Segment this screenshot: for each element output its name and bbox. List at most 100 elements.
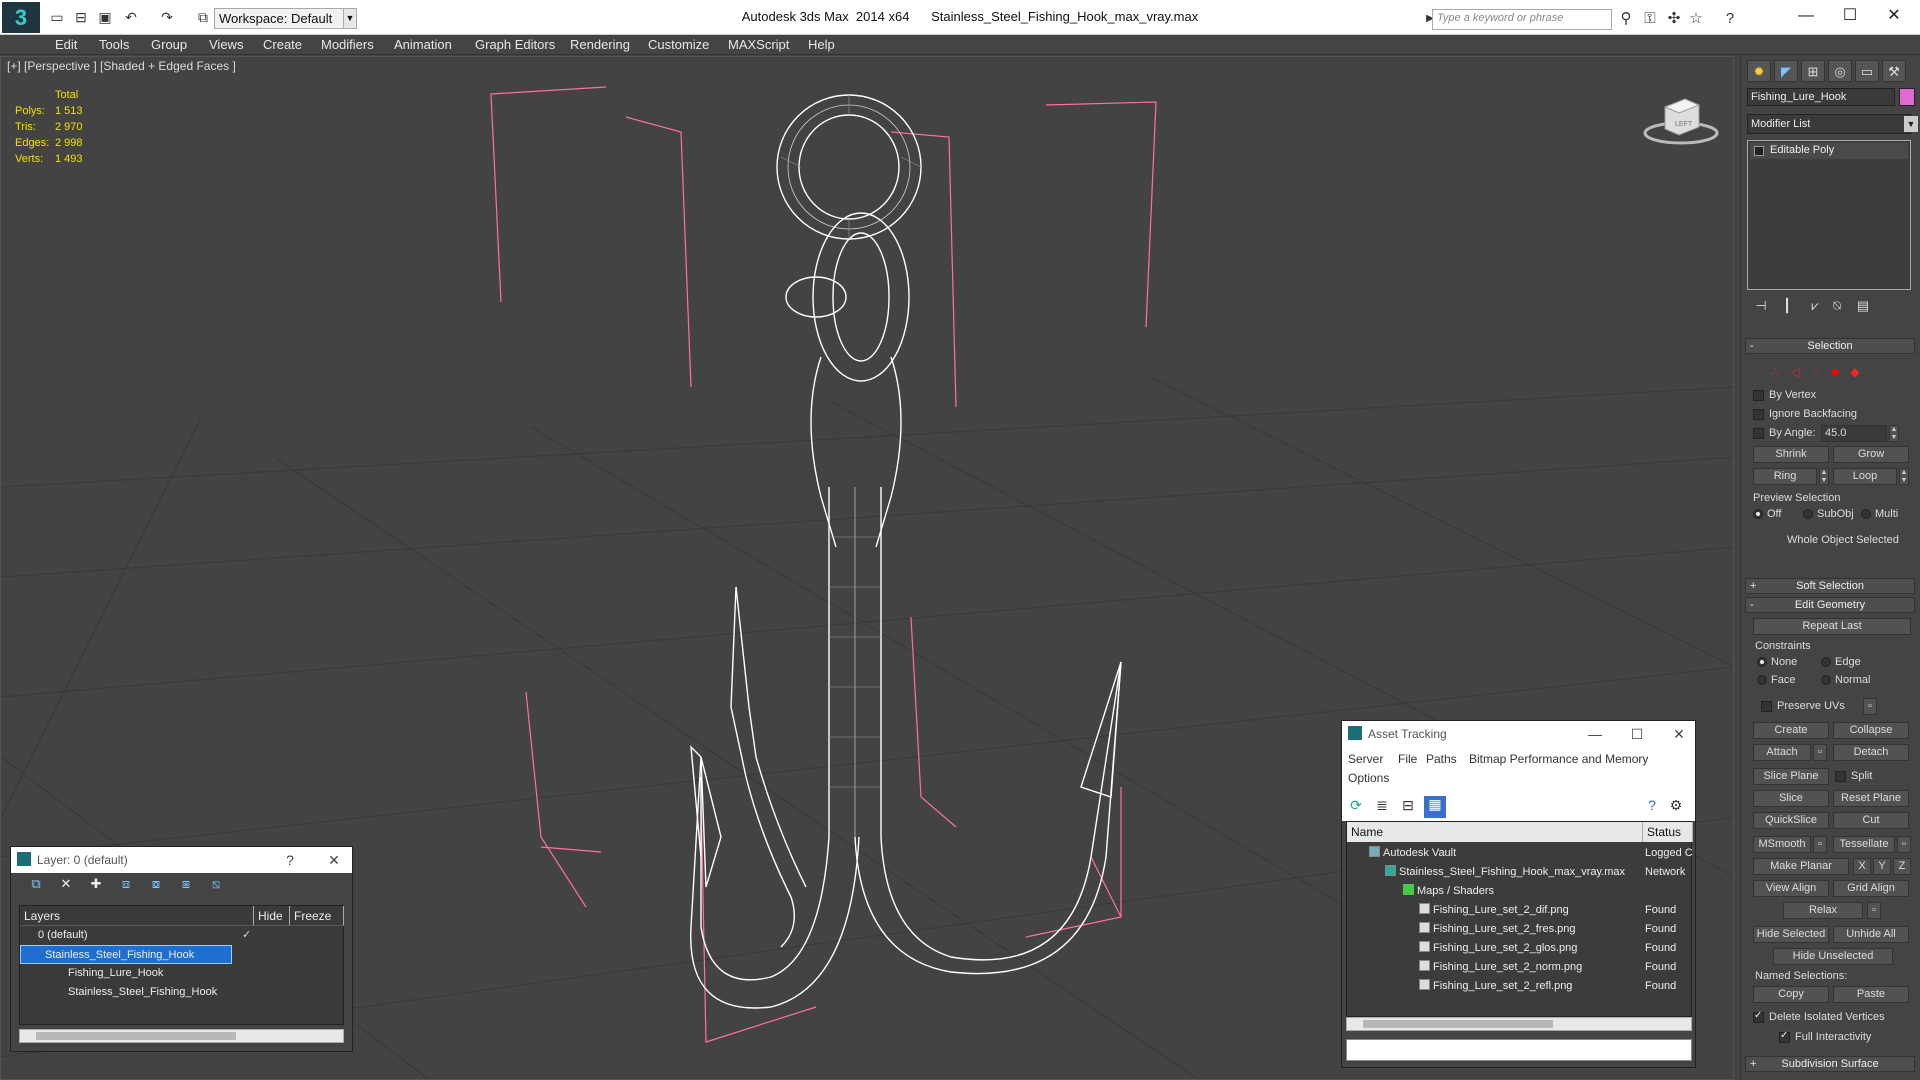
viewcube[interactable]: LEFT [1641,89,1721,149]
search-input[interactable]: Type a keyword or phrase [1432,9,1612,30]
viewport-label[interactable]: [+] [Perspective ] [Shaded + Edged Faces… [7,59,236,73]
stack-expand-icon[interactable] [1754,146,1764,156]
asset-row[interactable]: Fishing_Lure_set_2_norm.png Found [1347,958,1691,977]
slice-button[interactable]: Slice [1753,790,1829,807]
preview-multi-radio[interactable] [1861,509,1871,519]
hide-all-layers-icon[interactable]: ⧆ [175,873,197,895]
ignore-backfacing-checkbox[interactable] [1753,409,1764,420]
column-header-freeze[interactable]: Freeze [290,906,344,926]
delete-layer-icon[interactable]: ✕ [55,873,77,895]
maximize-icon[interactable]: ☐ [1830,4,1870,28]
tessellate-button[interactable]: Tessellate [1833,836,1895,853]
minimize-icon[interactable]: — [1582,724,1608,744]
subdivision-surface-rollout-header[interactable]: + Subdivision Surface [1745,1056,1915,1072]
asset-row[interactable]: Fishing_Lure_set_2_glos.png Found [1347,939,1691,958]
stack-item-editable-poly[interactable]: Editable Poly [1750,143,1908,159]
copy-button[interactable]: Copy [1753,986,1829,1003]
make-planar-button[interactable]: Make Planar [1753,858,1849,875]
minimize-icon[interactable]: — [1786,4,1826,28]
motion-tab-icon[interactable]: ◎ [1828,60,1852,82]
highlight-selected-layer-icon[interactable]: ⧇ [145,873,167,895]
project-folder-icon[interactable]: ⧉ [194,8,212,26]
object-color-swatch[interactable] [1899,88,1915,106]
planar-x-button[interactable]: X [1853,858,1871,875]
asset-row[interactable]: Autodesk Vault Logged C [1347,844,1693,863]
grid-align-button[interactable]: Grid Align [1833,880,1909,897]
column-header-name[interactable]: Name [1347,822,1643,842]
full-interactivity-checkbox[interactable] [1779,1030,1790,1043]
active-layer-check-icon[interactable]: ✓ [242,926,251,945]
repeat-last-button[interactable]: Repeat Last [1753,618,1911,635]
open-file-icon[interactable]: ⊟ [72,8,90,26]
menu-create[interactable]: Create [263,35,302,55]
paste-button[interactable]: Paste [1833,986,1909,1003]
asset-path-field[interactable] [1346,1039,1692,1061]
workspace-dropdown[interactable]: Workspace: Default [214,8,344,29]
layer-list[interactable]: Layers Hide Freeze 0 (default) ✓ Stainles… [19,905,344,1025]
communication-icon[interactable]: ✣ [1664,9,1684,29]
asset-horizontal-scrollbar[interactable] [1346,1017,1692,1031]
binoculars-icon[interactable]: ⚲ [1616,9,1636,29]
settings-icon[interactable]: ⚙ [1666,797,1686,817]
menu-customize[interactable]: Customize [648,35,709,55]
column-header-hide[interactable]: Hide [254,906,290,926]
angle-spinner-icon[interactable]: ▲ ▼ [1889,425,1899,442]
element-level-icon[interactable]: ◆ [1847,364,1863,380]
constraint-none-radio[interactable] [1757,657,1767,667]
scroll-thumb[interactable] [1363,1020,1553,1028]
create-tab-icon[interactable]: ✹ [1747,60,1771,82]
save-icon[interactable]: ▣ [96,8,114,26]
layer-row[interactable]: Fishing_Lure_Hook [20,964,343,983]
constraint-edge-radio[interactable] [1821,657,1831,667]
table-view-icon[interactable]: ▦ [1424,796,1446,818]
select-objects-in-layer-icon[interactable]: ⧈ [115,873,137,895]
make-unique-icon[interactable]: ⩗ [1805,296,1825,316]
planar-z-button[interactable]: Z [1893,858,1911,875]
asset-row[interactable]: Fishing_Lure_set_2_fres.png Found [1347,920,1691,939]
freeze-all-layers-icon[interactable]: ⧅ [205,873,227,895]
redo-icon[interactable]: ↷ [158,8,176,26]
show-end-result-icon[interactable]: ┃ [1777,296,1797,316]
menu-rendering[interactable]: Rendering [570,35,630,55]
menu-maxscript[interactable]: MAXScript [728,35,789,55]
loop-button[interactable]: Loop [1833,468,1897,485]
attach-button[interactable]: Attach [1753,744,1811,761]
tessellate-settings-icon[interactable]: ▫ [1897,836,1911,853]
layer-help-button[interactable]: ? [277,850,303,870]
border-level-icon[interactable]: ◌ [1807,364,1823,380]
create-button[interactable]: Create [1753,722,1829,739]
menu-graph-editors[interactable]: Graph Editors [475,35,555,55]
modify-tab-icon[interactable]: ◤ [1774,60,1798,82]
edge-level-icon[interactable]: ◁ [1787,364,1803,380]
attach-settings-icon[interactable]: ▫ [1813,744,1827,761]
hide-unselected-button[interactable]: Hide Unselected [1773,948,1893,965]
edit-geometry-rollout-header[interactable]: - Edit Geometry [1745,597,1915,613]
layer-row[interactable]: 0 (default) ✓ [20,926,343,945]
constraint-normal-radio[interactable] [1821,675,1831,685]
constraint-face-radio[interactable] [1757,675,1767,685]
list-view-icon[interactable]: ≣ [1372,797,1392,817]
layer-window[interactable]: Layer: 0 (default) ? ✕ ⧉ ✕ ✚ ⧈ ⧇ ⧆ ⧅ Lay… [10,846,353,1052]
asset-menu-server[interactable]: Server [1348,752,1383,766]
by-vertex-checkbox[interactable] [1753,390,1764,401]
preserve-uvs-checkbox[interactable] [1761,701,1772,712]
object-name-field[interactable]: Fishing_Lure_Hook [1747,88,1895,106]
preserve-uvs-settings-icon[interactable]: ▫ [1863,698,1877,715]
polygon-level-icon[interactable]: ■ [1827,364,1843,380]
reset-plane-button[interactable]: Reset Plane [1833,790,1909,807]
add-to-layer-icon[interactable]: ✚ [85,873,107,895]
configure-modifier-sets-icon[interactable]: ▤ [1853,296,1873,316]
undo-icon[interactable]: ↶ [122,8,140,26]
asset-row[interactable]: Stainless_Steel_Fishing_Hook_max_vray.ma… [1347,863,1691,882]
refresh-icon[interactable]: ⟳ [1346,797,1366,817]
chevron-down-icon[interactable]: ▼ [1904,116,1918,132]
asset-menu-paths[interactable]: Paths [1426,752,1457,766]
collapse-button[interactable]: Collapse [1833,722,1909,739]
ring-button[interactable]: Ring [1753,468,1817,485]
asset-tracking-window[interactable]: Asset Tracking — ☐ ✕ Server File Paths B… [1341,720,1696,1068]
preview-subobj-radio[interactable] [1803,509,1813,519]
layer-window-titlebar[interactable]: Layer: 0 (default) ? ✕ [11,847,352,873]
utilities-tab-icon[interactable]: ⚒ [1882,60,1906,82]
menu-views[interactable]: Views [209,35,243,55]
soft-selection-rollout-header[interactable]: + Soft Selection [1745,578,1915,594]
